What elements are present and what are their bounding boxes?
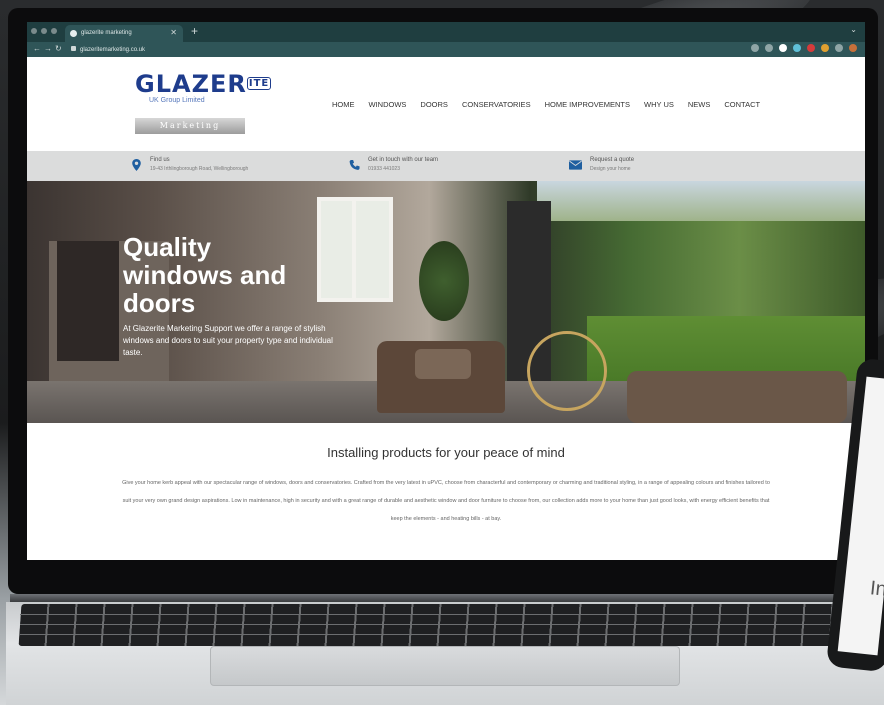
hero-description: At Glazerite Marketing Support we offer … [123,324,333,357]
lock-icon [71,46,76,51]
laptop-trackpad [210,646,680,686]
site-logo[interactable]: GLAZER ITE UK Group Limited Marketing Sup… [135,70,272,146]
hero-text: Quality windows and doors At Glazerite M… [123,233,353,359]
tab-title: glazerite marketing [81,30,132,36]
intro-section: Installing products for your peace of mi… [27,423,865,560]
browser-tab[interactable]: glazerite marketing ✕ [65,25,183,42]
nav-item-conservatories[interactable]: CONSERVATORIES [462,100,531,109]
phone-number: 01933 441023 [368,166,400,172]
hero-side-table [527,331,607,411]
hero-title-line-3: doors [123,288,196,318]
hero-title: Quality windows and doors [123,233,353,317]
hero-sky [537,181,865,221]
extension-icon[interactable] [807,44,815,52]
logo-main-text: GLAZER [135,70,247,98]
url-text: glazeritemarketing.co.uk [80,47,146,53]
request-quote-sub: Design your home [590,166,631,172]
phone-icon [349,159,360,170]
website: GLAZER ITE UK Group Limited Marketing Sup… [27,57,865,560]
keyboard-row-divider [20,624,850,625]
main-nav: HOME WINDOWS DOORS CONSERVATORIES HOME I… [332,100,760,109]
maximize-window-dot[interactable] [51,28,57,34]
favicon-icon [70,30,77,37]
browser-tab-bar: glazerite marketing ✕ + ⌄ [27,22,865,42]
logo-subtitle: UK Group Limited [149,97,205,104]
minimize-window-dot[interactable] [41,28,47,34]
info-get-in-touch[interactable]: Get in touch with our team 01933 441023 [349,157,438,172]
nav-item-doors[interactable]: DOORS [420,100,448,109]
extension-icon[interactable] [793,44,801,52]
hero-sofa [627,371,847,423]
laptop-keyboard [18,604,852,646]
intro-title: Installing products for your peace of mi… [327,445,565,460]
info-find-us[interactable]: Find us 19-43 Irthlingborough Road, Well… [131,157,248,172]
extension-icon[interactable] [751,44,759,52]
browser-nav-buttons: ←→↻ [33,44,65,53]
map-pin-icon [132,159,141,171]
tab-list-chevron-icon[interactable]: ⌄ [850,25,857,34]
profile-avatar[interactable] [849,44,857,52]
forward-arrow-icon[interactable]: → [44,44,55,53]
extensions-toolbar [751,44,857,52]
info-request-quote[interactable]: Request a quote Design your home [569,157,634,172]
smartphone-text: In [868,577,884,601]
extension-icon[interactable] [821,44,829,52]
laptop-screen: glazerite marketing ✕ + ⌄ ←→↻ glazeritem… [27,22,865,560]
close-tab-icon[interactable]: ✕ [170,28,177,37]
extension-icon[interactable] [765,44,773,52]
window-controls [31,28,57,34]
nav-item-why-us[interactable]: WHY US [644,100,674,109]
url-field[interactable]: glazeritemarketing.co.uk [67,44,707,55]
hero-cushion [415,349,471,379]
nav-item-contact[interactable]: CONTACT [724,100,760,109]
keyboard-row-divider [20,614,850,615]
request-quote-title: Request a quote [590,157,635,163]
logo-badge: Marketing Support [135,118,245,146]
get-in-touch-title: Get in touch with our team [368,157,439,163]
nav-item-news[interactable]: NEWS [688,100,711,109]
intro-body: Give your home kerb appeal with our spec… [122,480,770,522]
logo-wordmark: GLAZER ITE [135,70,272,98]
browser-address-bar: ←→↻ glazeritemarketing.co.uk [27,42,865,57]
keyboard-row-divider [20,634,850,635]
back-arrow-icon[interactable]: ← [33,44,44,53]
nav-item-home[interactable]: HOME [332,100,355,109]
hero-plant [419,241,469,321]
extension-icon[interactable] [835,44,843,52]
site-header: GLAZER ITE UK Group Limited Marketing Sup… [27,57,865,151]
nav-item-windows[interactable]: WINDOWS [369,100,407,109]
reload-icon[interactable]: ↻ [55,44,65,53]
envelope-icon [569,160,582,170]
extension-icon[interactable] [779,44,787,52]
info-bar: Find us 19-43 Irthlingborough Road, Well… [27,151,865,181]
find-us-title: Find us [150,157,170,163]
hero-stove [57,241,119,361]
laptop-hinge [10,594,880,602]
close-window-dot[interactable] [31,28,37,34]
hero-title-line-1: Quality [123,232,212,262]
find-us-address: 19-43 Irthlingborough Road, Wellingborou… [150,166,249,172]
hero-banner: Quality windows and doors At Glazerite M… [27,181,865,423]
logo-suffix: ITE [246,77,272,90]
nav-item-home-improvements[interactable]: HOME IMPROVEMENTS [545,100,630,109]
new-tab-icon[interactable]: + [191,24,198,38]
hero-title-line-2: windows and [123,260,287,290]
